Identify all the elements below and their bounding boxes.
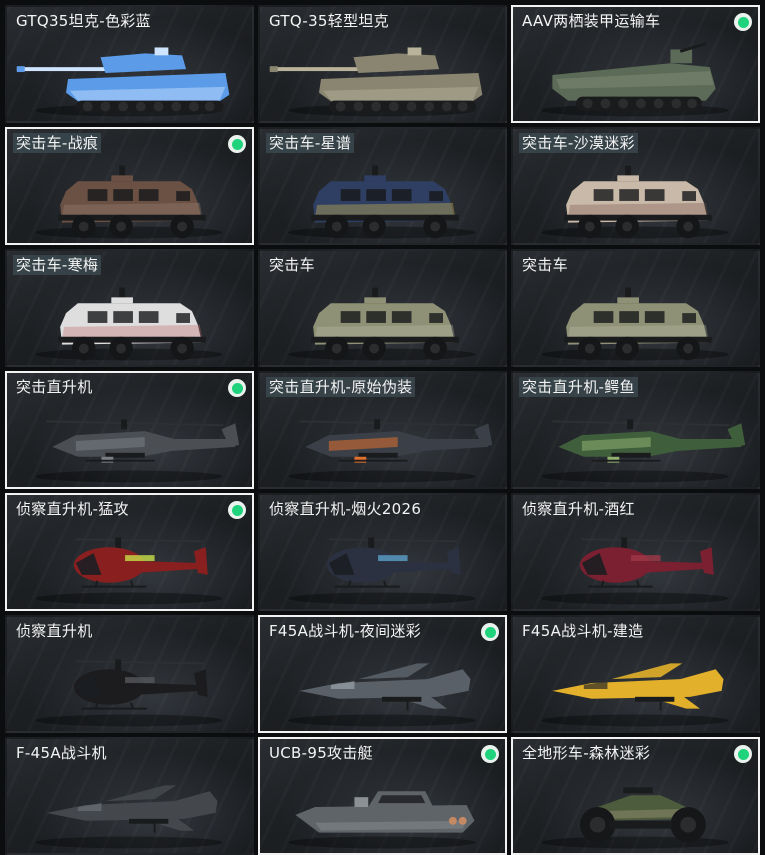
vehicle-image: [7, 151, 252, 243]
vehicle-name: 侦察直升机: [16, 622, 93, 640]
vehicle-image: [260, 639, 505, 731]
vehicle-card[interactable]: 侦察直升机-酒红: [511, 493, 760, 611]
tank-icon: [269, 47, 483, 117]
jet-icon: [541, 663, 729, 727]
vehicle-name: F-45A战斗机: [16, 744, 107, 762]
vehicle-name: 全地形车-森林迷彩: [522, 744, 651, 762]
truck-icon: [35, 165, 223, 239]
owned-indicator-icon: [481, 745, 499, 763]
vehicle-image: [513, 639, 758, 731]
vehicle-card[interactable]: F45A战斗机-建造: [511, 615, 760, 733]
atv-icon: [541, 787, 729, 849]
owned-indicator-icon: [734, 745, 752, 763]
vehicle-name: 突击车-战痕: [13, 133, 102, 153]
scout-heli-icon: [288, 537, 476, 605]
vehicle-name: AAV两栖装甲运输车: [522, 12, 661, 30]
scout-heli-icon: [35, 537, 223, 605]
vehicle-image: [513, 29, 758, 121]
vehicle-image: [7, 29, 252, 121]
jet-icon: [35, 785, 223, 849]
vehicle-name: 侦察直升机-烟火2026: [269, 500, 422, 518]
vehicle-image: [7, 517, 252, 609]
vehicle-image: [260, 29, 505, 121]
vehicle-name: 突击车-星谱: [266, 133, 355, 153]
vehicle-card[interactable]: 突击直升机-鳄鱼: [511, 371, 760, 489]
truck-icon: [288, 165, 476, 239]
vehicle-card[interactable]: GTQ-35轻型坦克: [258, 5, 507, 123]
vehicle-card[interactable]: 突击车-沙漠迷彩: [511, 127, 760, 245]
vehicle-image: [260, 151, 505, 243]
attack-heli-icon: [288, 419, 493, 483]
vehicle-name: UCB-95攻击艇: [269, 744, 373, 762]
vehicle-name: 突击车-寒梅: [13, 255, 102, 275]
vehicle-image: [260, 517, 505, 609]
vehicle-skin-grid: GTQ35坦克-色彩蓝 GTQ-35轻型坦克 AAV两栖装甲运输车 突击车-战痕: [5, 5, 760, 855]
vehicle-name: 突击车: [269, 256, 315, 274]
vehicle-image: [513, 151, 758, 243]
vehicle-image: [7, 761, 252, 853]
vehicle-image: [7, 273, 252, 365]
attack-heli-icon: [35, 419, 240, 483]
boat-icon: [288, 791, 476, 849]
attack-heli-icon: [541, 419, 746, 483]
truck-icon: [541, 287, 729, 361]
vehicle-image: [513, 395, 758, 487]
truck-icon: [541, 165, 729, 239]
vehicle-image: [513, 761, 758, 853]
vehicle-card[interactable]: GTQ35坦克-色彩蓝: [5, 5, 254, 123]
vehicle-image: [7, 395, 252, 487]
vehicle-card[interactable]: 侦察直升机-烟火2026: [258, 493, 507, 611]
vehicle-card[interactable]: AAV两栖装甲运输车: [511, 5, 760, 123]
vehicle-card[interactable]: 全地形车-森林迷彩: [511, 737, 760, 855]
tank-icon: [16, 47, 230, 117]
vehicle-card[interactable]: 突击车-战痕: [5, 127, 254, 245]
vehicle-image: [260, 761, 505, 853]
vehicle-name: 侦察直升机-酒红: [522, 500, 635, 518]
vehicle-card[interactable]: UCB-95攻击艇: [258, 737, 507, 855]
scout-heli-icon: [541, 537, 729, 605]
truck-icon: [288, 287, 476, 361]
owned-indicator-icon: [228, 135, 246, 153]
scout-heli-icon: [35, 659, 223, 727]
vehicle-image: [513, 273, 758, 365]
vehicle-image: [7, 639, 252, 731]
vehicle-card[interactable]: 突击车-寒梅: [5, 249, 254, 367]
vehicle-card[interactable]: 侦察直升机-猛攻: [5, 493, 254, 611]
vehicle-card[interactable]: F-45A战斗机: [5, 737, 254, 855]
vehicle-name: F45A战斗机-建造: [522, 622, 644, 640]
owned-indicator-icon: [481, 623, 499, 641]
vehicle-name: 突击直升机-鳄鱼: [519, 377, 638, 397]
vehicle-name: GTQ-35轻型坦克: [269, 12, 389, 30]
vehicle-card[interactable]: 突击车: [511, 249, 760, 367]
vehicle-card[interactable]: 侦察直升机: [5, 615, 254, 733]
vehicle-card[interactable]: 突击直升机-原始伪装: [258, 371, 507, 489]
vehicle-image: [260, 395, 505, 487]
vehicle-card[interactable]: 突击车: [258, 249, 507, 367]
vehicle-name: 突击车: [522, 256, 568, 274]
vehicle-name: GTQ35坦克-色彩蓝: [16, 12, 151, 30]
owned-indicator-icon: [228, 501, 246, 519]
vehicle-image: [513, 517, 758, 609]
vehicle-card[interactable]: 突击车-星谱: [258, 127, 507, 245]
vehicle-card[interactable]: F45A战斗机-夜间迷彩: [258, 615, 507, 733]
vehicle-name: 突击车-沙漠迷彩: [519, 133, 638, 153]
vehicle-card[interactable]: 突击直升机: [5, 371, 254, 489]
owned-indicator-icon: [228, 379, 246, 397]
aav-icon: [541, 42, 729, 117]
vehicle-name: 突击直升机: [16, 378, 93, 396]
truck-icon: [35, 287, 223, 361]
jet-icon: [288, 663, 476, 727]
owned-indicator-icon: [734, 13, 752, 31]
vehicle-name: F45A战斗机-夜间迷彩: [269, 622, 421, 640]
vehicle-name: 侦察直升机-猛攻: [16, 500, 129, 518]
vehicle-image: [260, 273, 505, 365]
vehicle-name: 突击直升机-原始伪装: [266, 377, 416, 397]
